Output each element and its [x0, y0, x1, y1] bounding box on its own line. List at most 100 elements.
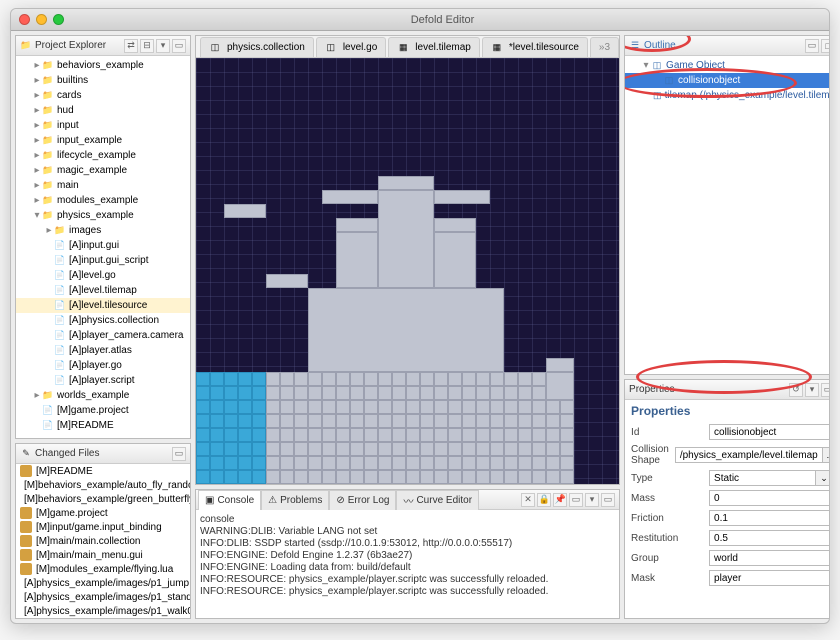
tree-item[interactable]: ▸📁hud	[16, 103, 190, 118]
property-select[interactable]: Static	[709, 470, 815, 486]
disclosure-icon[interactable]: ▸	[32, 135, 42, 146]
console-pin-icon[interactable]: 📌	[553, 493, 567, 507]
console-tab[interactable]: ⚠Problems	[261, 490, 329, 510]
property-field[interactable]: 0.1	[709, 510, 829, 526]
disclosure-icon[interactable]: ▸	[32, 75, 42, 86]
tree-item[interactable]: ▸📁magic_example	[16, 163, 190, 178]
tree-item[interactable]: 📄[A]player.script	[16, 373, 190, 388]
changed-file-item[interactable]: [M]game.project	[16, 506, 190, 520]
restore-defaults-icon[interactable]: ↺	[789, 383, 803, 397]
tree-item[interactable]: 📄[A]level.tilesource	[16, 298, 190, 313]
editor-tab[interactable]: ▦level.tilemap	[388, 37, 480, 57]
file-icon: 📄	[54, 300, 66, 312]
changed-file-item[interactable]: [M]input/game.input_binding	[16, 520, 190, 534]
tree-item[interactable]: ▸📁behaviors_example	[16, 58, 190, 73]
property-field[interactable]: world	[709, 550, 829, 566]
tree-item[interactable]: 📄[A]input.gui_script	[16, 253, 190, 268]
tree-item[interactable]: ▸📁lifecycle_example	[16, 148, 190, 163]
changed-file-item[interactable]: [A]physics_example/images/p1_walk01.pn	[16, 604, 190, 618]
outline-item[interactable]: ◫collisionobject	[625, 73, 829, 88]
property-field[interactable]: 0.5	[709, 530, 829, 546]
disclosure-icon[interactable]: ▸	[32, 90, 42, 101]
editor-tab[interactable]: ◫physics.collection	[200, 37, 314, 57]
console-tab[interactable]: ⊘Error Log	[329, 490, 396, 510]
changed-file-item[interactable]: [M]main/main.collection	[16, 534, 190, 548]
outline-item[interactable]: ◫tilemap (/physics_example/level.tilemap…	[625, 88, 829, 103]
tree-item[interactable]: ▸📁images	[16, 223, 190, 238]
property-field[interactable]: /physics_example/level.tilemap	[675, 447, 822, 463]
tree-item[interactable]: ▸📁builtins	[16, 73, 190, 88]
editor-tab[interactable]: »3	[590, 37, 619, 57]
console-tabs: ▣Console⚠Problems⊘Error Log〰Curve Editor	[198, 490, 479, 510]
changed-file-item[interactable]: [A]physics_example/images/p1_stand.png	[16, 590, 190, 604]
console-output[interactable]: consoleWARNING:DLIB: Variable LANG not s…	[196, 510, 619, 618]
disclosure-icon[interactable]: ▸	[32, 195, 42, 206]
link-editor-icon[interactable]: ⇄	[124, 39, 138, 53]
property-field[interactable]: player	[709, 570, 829, 586]
tree-item[interactable]: 📄[A]physics.collection	[16, 313, 190, 328]
console-tab[interactable]: ▣Console	[198, 490, 261, 510]
minimize-panel-icon[interactable]: ▭	[821, 383, 829, 397]
console-tab[interactable]: 〰Curve Editor	[396, 490, 479, 510]
tree-item[interactable]: 📄[A]player.atlas	[16, 343, 190, 358]
changed-file-item[interactable]: [M]README	[16, 464, 190, 478]
tree-item[interactable]: 📄[A]level.tilemap	[16, 283, 190, 298]
editor-tab[interactable]: ▦*level.tilesource	[482, 37, 588, 57]
console-clear-icon[interactable]: ✕	[521, 493, 535, 507]
tree-item[interactable]: 📄[A]player.go	[16, 358, 190, 373]
tree-item[interactable]: ▸📁input_example	[16, 133, 190, 148]
minimize-icon[interactable]	[36, 14, 47, 25]
tree-item[interactable]: 📄[M]README	[16, 418, 190, 433]
browse-button[interactable]: …	[822, 447, 829, 463]
tree-item[interactable]: 📄[A]input.gui	[16, 238, 190, 253]
tree-item[interactable]: ▾📁physics_example	[16, 208, 190, 223]
close-icon[interactable]	[19, 14, 30, 25]
changed-file-item[interactable]: [M]behaviors_example/auto_fly_randomly.	[16, 478, 190, 492]
changed-file-item[interactable]: [A]physics_example/images/p1_jump.png	[16, 576, 190, 590]
outline-tree[interactable]: ▾◫Game Object◫collisionobject◫tilemap (/…	[625, 56, 829, 374]
minimize-panel-icon[interactable]: ▭	[805, 39, 819, 53]
tree-item[interactable]: ▸📁worlds_example	[16, 388, 190, 403]
property-field[interactable]: 0	[709, 490, 829, 506]
disclosure-icon[interactable]: ▸	[32, 120, 42, 131]
change-status-icon	[20, 465, 32, 477]
changed-file-item[interactable]: [M]behaviors_example/green_butterfly.col	[16, 492, 190, 506]
changed-files-list[interactable]: [M]README[M]behaviors_example/auto_fly_r…	[16, 464, 190, 618]
editor-tab[interactable]: ◫level.go	[316, 37, 386, 57]
tree-item[interactable]: 📄[A]player_camera.camera	[16, 328, 190, 343]
disclosure-icon[interactable]: ▸	[32, 150, 42, 161]
minimize-panel-icon[interactable]: ▭	[172, 39, 186, 53]
view-menu-icon[interactable]: ▾	[156, 39, 170, 53]
tree-label: cards	[57, 90, 81, 101]
disclosure-icon[interactable]: ▸	[32, 165, 42, 176]
disclosure-icon[interactable]: ▸	[32, 390, 42, 401]
tilemap-canvas[interactable]	[196, 58, 619, 484]
console-lock-icon[interactable]: 🔒	[537, 493, 551, 507]
maximize-panel-icon[interactable]: □	[821, 39, 829, 53]
tree-item[interactable]: 📄[A]level.go	[16, 268, 190, 283]
collapse-all-icon[interactable]: ⊟	[140, 39, 154, 53]
tree-item[interactable]: ▸📁cards	[16, 88, 190, 103]
project-tree[interactable]: ▸📁behaviors_example▸📁builtins▸📁cards▸📁hu…	[16, 56, 190, 438]
property-field[interactable]: collisionobject	[709, 424, 829, 440]
console-display-icon[interactable]: ▭	[569, 493, 583, 507]
zoom-icon[interactable]	[53, 14, 64, 25]
disclosure-icon[interactable]: ▸	[32, 60, 42, 71]
tree-item[interactable]: ▸📁input	[16, 118, 190, 133]
minimize-panel-icon[interactable]: ▭	[601, 493, 615, 507]
changed-file-item[interactable]: [M]main/main_menu.gui	[16, 548, 190, 562]
disclosure-icon[interactable]: ▸	[44, 225, 54, 236]
changed-file-item[interactable]: [M]modules_example/flying.lua	[16, 562, 190, 576]
minimize-panel-icon[interactable]: ▭	[172, 447, 186, 461]
dropdown-icon[interactable]: ⌄	[815, 470, 829, 486]
tree-item[interactable]: ▸📁modules_example	[16, 193, 190, 208]
tree-item[interactable]: ▸📁main	[16, 178, 190, 193]
disclosure-icon[interactable]: ▾	[32, 210, 42, 221]
outline-item[interactable]: ▾◫Game Object	[625, 58, 829, 73]
view-menu-icon[interactable]: ▾	[805, 383, 819, 397]
disclosure-icon[interactable]: ▾	[641, 60, 651, 71]
view-menu-icon[interactable]: ▾	[585, 493, 599, 507]
disclosure-icon[interactable]: ▸	[32, 105, 42, 116]
tree-item[interactable]: 📄[M]game.project	[16, 403, 190, 418]
disclosure-icon[interactable]: ▸	[32, 180, 42, 191]
